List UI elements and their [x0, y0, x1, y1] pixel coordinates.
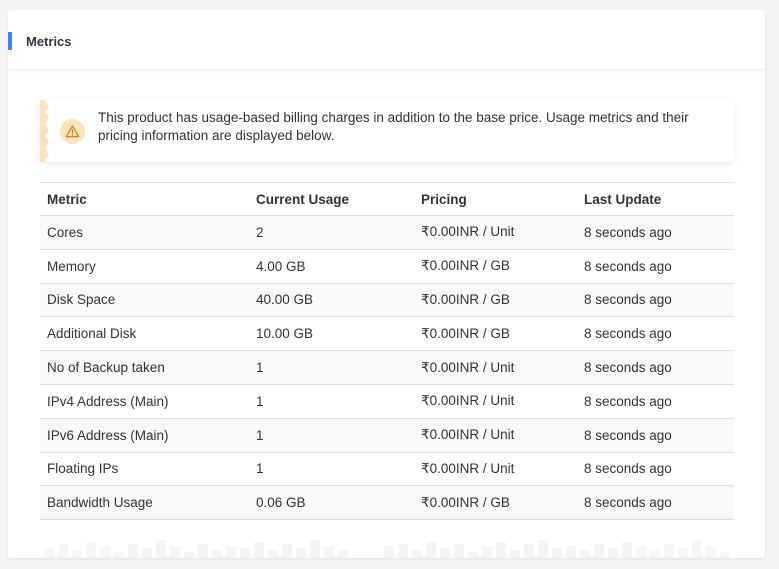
- pricing-cell: ₹0.00INR / Unit: [414, 418, 577, 453]
- table-row: Memory 4.00 GB ₹0.00INR / GB 8 seconds a…: [40, 249, 734, 284]
- usage-cell: 1: [249, 418, 414, 453]
- pricing-cell: ₹0.00INR / Unit: [414, 452, 577, 487]
- metric-cell: No of Backup taken: [40, 350, 249, 385]
- panel-header: Metrics: [8, 10, 765, 70]
- table-row: Bandwidth Usage 0.06 GB ₹0.00INR / GB 8 …: [40, 485, 734, 521]
- column-header-metric: Metric: [40, 182, 249, 216]
- metric-cell: Memory: [40, 249, 249, 284]
- last-update-cell: 8 seconds ago: [577, 485, 734, 521]
- metric-cell: Additional Disk: [40, 316, 249, 352]
- pricing-cell: ₹0.00INR / GB: [414, 485, 577, 521]
- decorative-bars-watermark: [44, 540, 730, 558]
- metric-cell: IPv4 Address (Main): [40, 384, 249, 419]
- last-update-cell: 8 seconds ago: [577, 283, 734, 318]
- notice-zigzag-edge: [40, 100, 49, 162]
- usage-cell: 2: [249, 215, 414, 250]
- last-update-cell: 8 seconds ago: [577, 384, 734, 419]
- metric-cell: Floating IPs: [40, 452, 249, 487]
- pricing-cell: ₹0.00INR / GB: [414, 249, 577, 284]
- pricing-cell: ₹0.00INR / Unit: [414, 350, 577, 385]
- metric-cell: IPv6 Address (Main): [40, 418, 249, 453]
- last-update-cell: 8 seconds ago: [577, 316, 734, 352]
- table-row: Floating IPs 1 ₹0.00INR / Unit 8 seconds…: [40, 452, 734, 487]
- metrics-table: Metric Current Usage Pricing Last Update…: [40, 182, 734, 521]
- usage-cell: 10.00 GB: [249, 316, 414, 352]
- usage-cell: 0.06 GB: [249, 485, 414, 521]
- last-update-cell: 8 seconds ago: [577, 350, 734, 385]
- table-row: No of Backup taken 1 ₹0.00INR / Unit 8 s…: [40, 350, 734, 385]
- usage-billing-notice: This product has usage-based billing cha…: [40, 100, 734, 162]
- pricing-cell: ₹0.00INR / Unit: [414, 215, 577, 250]
- table-row: Additional Disk 10.00 GB ₹0.00INR / GB 8…: [40, 316, 734, 352]
- last-update-cell: 8 seconds ago: [577, 452, 734, 487]
- usage-cell: 40.00 GB: [249, 283, 414, 318]
- pricing-cell: ₹0.00INR / GB: [414, 316, 577, 352]
- usage-cell: 4.00 GB: [249, 249, 414, 284]
- panel-title: Metrics: [26, 34, 72, 49]
- last-update-cell: 8 seconds ago: [577, 215, 734, 250]
- table-header-row: Metric Current Usage Pricing Last Update: [40, 182, 734, 216]
- warning-icon: [60, 119, 85, 144]
- metric-cell: Cores: [40, 215, 249, 250]
- column-header-last-update: Last Update: [577, 182, 734, 216]
- table-row: Cores 2 ₹0.00INR / Unit 8 seconds ago: [40, 215, 734, 250]
- table-row: IPv4 Address (Main) 1 ₹0.00INR / Unit 8 …: [40, 384, 734, 419]
- pricing-cell: ₹0.00INR / Unit: [414, 384, 577, 419]
- last-update-cell: 8 seconds ago: [577, 418, 734, 453]
- metric-cell: Bandwidth Usage: [40, 485, 249, 521]
- header-accent-bar: [8, 32, 12, 50]
- notice-text: This product has usage-based billing cha…: [98, 110, 689, 143]
- last-update-cell: 8 seconds ago: [577, 249, 734, 284]
- table-row: IPv6 Address (Main) 1 ₹0.00INR / Unit 8 …: [40, 418, 734, 453]
- column-header-current-usage: Current Usage: [249, 182, 414, 216]
- usage-cell: 1: [249, 452, 414, 487]
- column-header-pricing: Pricing: [414, 182, 577, 216]
- usage-cell: 1: [249, 384, 414, 419]
- metrics-panel: Metrics This product has usage-based bil…: [8, 10, 765, 558]
- pricing-cell: ₹0.00INR / GB: [414, 283, 577, 318]
- metric-cell: Disk Space: [40, 283, 249, 318]
- usage-cell: 1: [249, 350, 414, 385]
- table-row: Disk Space 40.00 GB ₹0.00INR / GB 8 seco…: [40, 283, 734, 318]
